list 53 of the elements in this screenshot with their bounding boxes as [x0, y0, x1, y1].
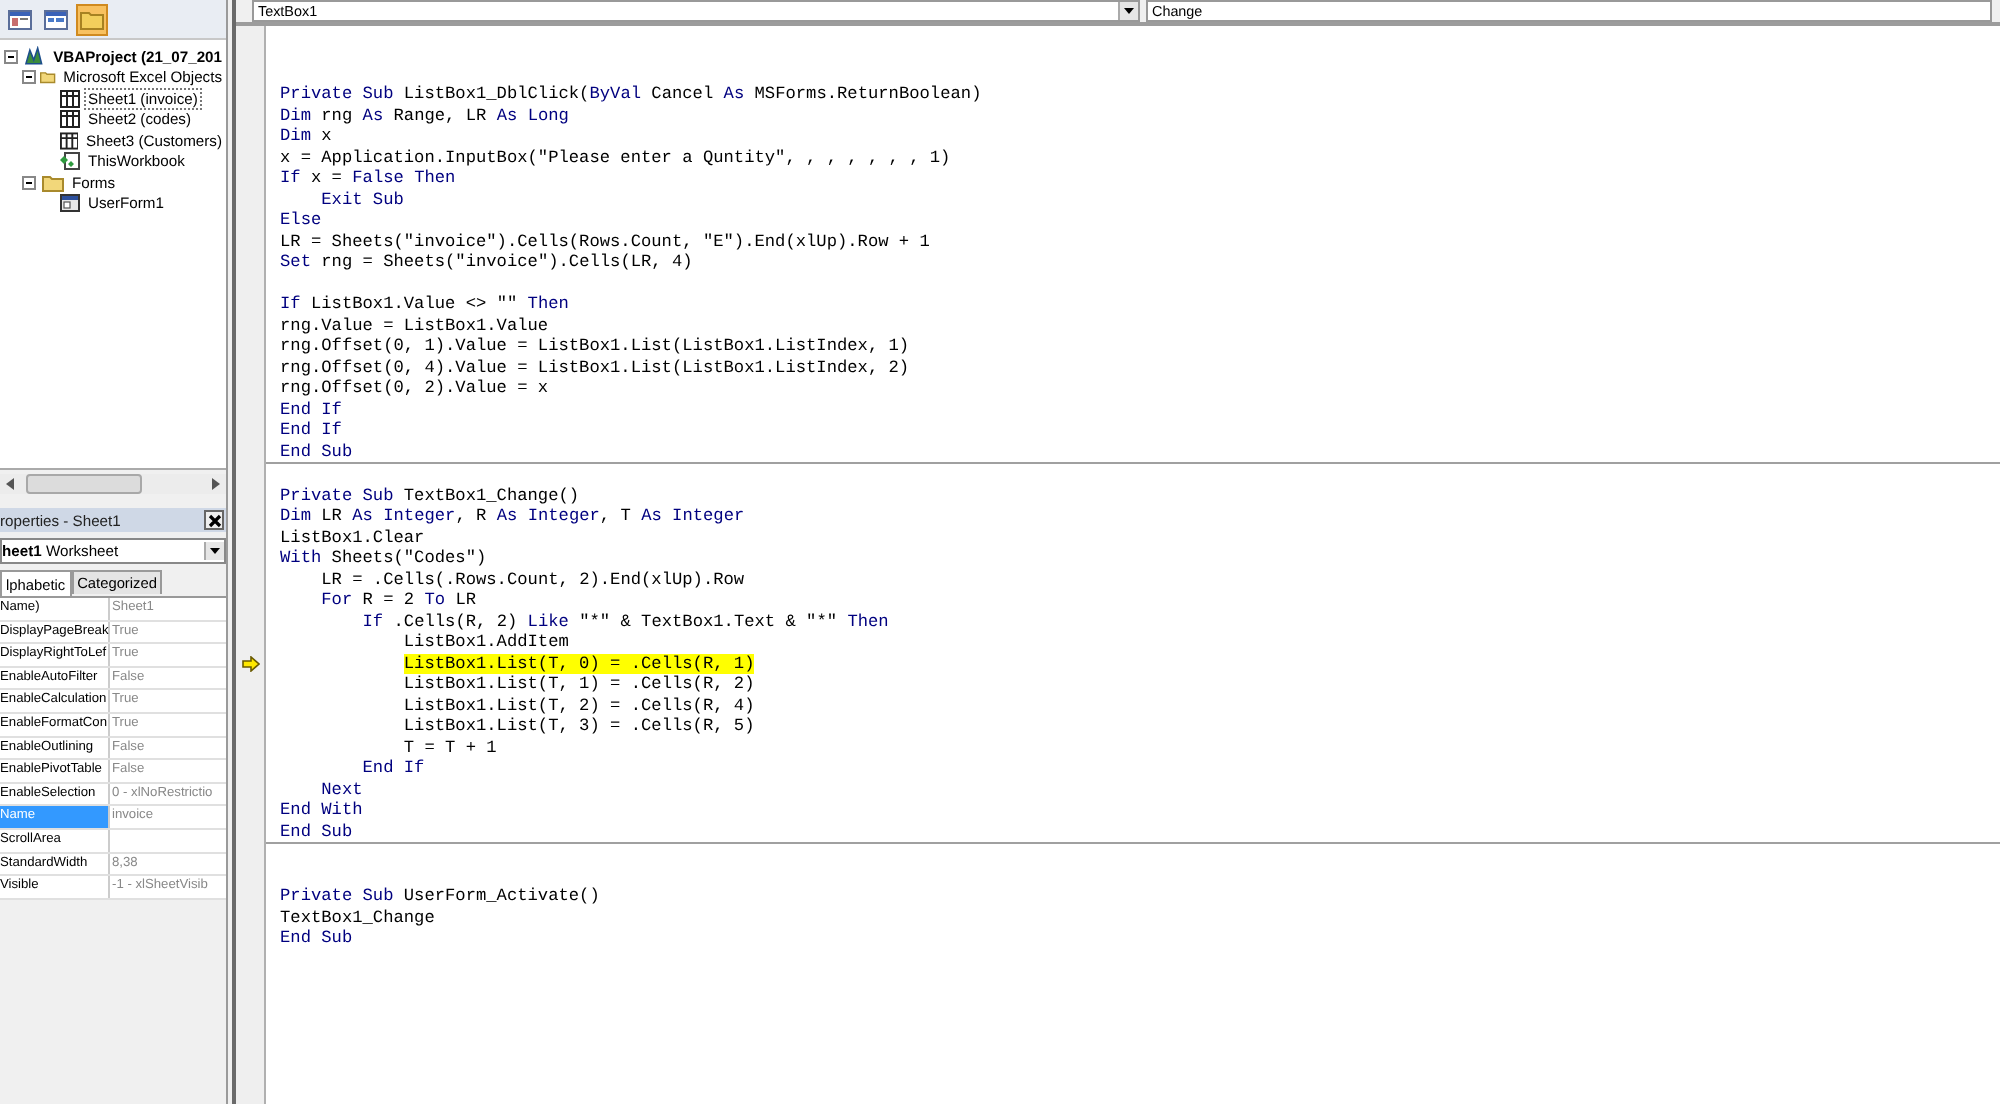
sheet-icon — [60, 89, 80, 108]
collapse-icon[interactable] — [22, 70, 36, 85]
code-line: TextBox1_Change — [278, 907, 435, 928]
horizontal-scrollbar[interactable] — [0, 474, 226, 494]
collapse-icon[interactable] — [4, 49, 18, 64]
code-line: Private Sub TextBox1_Change() — [278, 485, 580, 506]
code-line: Next — [319, 779, 363, 800]
code-line: If x = False Then — [278, 168, 456, 189]
code-line: End If — [278, 420, 342, 441]
code-line: ListBox1.List(T, 3) = .Cells(R, 5) — [401, 716, 755, 737]
code-line: Set rng = Sheets("invoice").Cells(LR, 4) — [278, 252, 693, 273]
code-line: LR = Sheets("invoice").Cells(Rows.Count, "E").End(xlUp).Row + 1 — [278, 231, 930, 252]
dropdown-arrow-icon[interactable] — [210, 548, 220, 554]
sheet-icon — [59, 131, 79, 150]
code-line: rng.Offset(0, 1).Value = ListBox1.List(ListBox1.ListIndex, 1) — [278, 336, 910, 357]
code-line: rng.Offset(0, 2).Value = x — [278, 378, 549, 399]
execution-arrow-icon — [242, 655, 260, 672]
code-line: ListBox1.AddItem — [401, 632, 569, 653]
code-line: Dim x — [278, 126, 332, 147]
workbook-icon — [60, 152, 80, 171]
code-line: Exit Sub — [320, 189, 404, 210]
code-line: End If — [360, 758, 425, 779]
form-icon — [60, 194, 80, 213]
folder-icon — [40, 68, 56, 87]
code-line: Else — [278, 210, 322, 231]
code-line: If .Cells(R, 2) Like "*" & TextBox1.Text & "*" Then — [360, 611, 889, 632]
code-line: rng.Value = ListBox1.Value — [278, 315, 549, 336]
folder-icon — [42, 173, 64, 192]
code-line: For R = 2 To LR — [319, 590, 477, 611]
close-button[interactable] — [204, 510, 224, 530]
code-line: If ListBox1.Value <> "" Then — [278, 294, 569, 315]
code-line: ListBox1.List(T, 2) = .Cells(R, 4) — [401, 695, 755, 716]
code-line: Private Sub ListBox1_DblClick(ByVal Cancel As MSForms.ReturnBoolean) — [278, 84, 982, 105]
code-line: End With — [278, 800, 363, 821]
code-line: End Sub — [278, 441, 353, 462]
code-line: Private Sub UserForm_Activate() — [278, 886, 600, 907]
project-icon — [23, 46, 46, 67]
code-line: End If — [278, 399, 342, 420]
code-line: Dim LR As Integer, R As Integer, T As Integer — [278, 506, 745, 527]
sheet-icon — [60, 110, 80, 129]
code-line: With Sheets("Codes") — [278, 548, 487, 569]
code-line: LR = .Cells(.Rows.Count, 2).End(xlUp).Row — [319, 569, 745, 590]
code-line: End Sub — [278, 928, 353, 949]
code-line: x = Application.InputBox("Please enter a Quntity", , , , , , , 1) — [278, 147, 951, 168]
code-line: ListBox1.Clear — [278, 527, 425, 548]
code-line: Dim rng As Range, LR As Long — [278, 105, 569, 126]
dropdown-arrow-icon[interactable] — [1124, 8, 1134, 14]
code-line: End Sub — [278, 821, 353, 842]
collapse-icon[interactable] — [22, 175, 36, 190]
toggle-folders-button[interactable] — [76, 3, 108, 35]
code-line: ListBox1.List(T, 1) = .Cells(R, 2) — [401, 674, 755, 695]
code-line: rng.Offset(0, 4).Value = ListBox1.List(ListBox1.ListIndex, 2) — [278, 357, 910, 378]
code-line: T = T + 1 — [401, 737, 497, 758]
